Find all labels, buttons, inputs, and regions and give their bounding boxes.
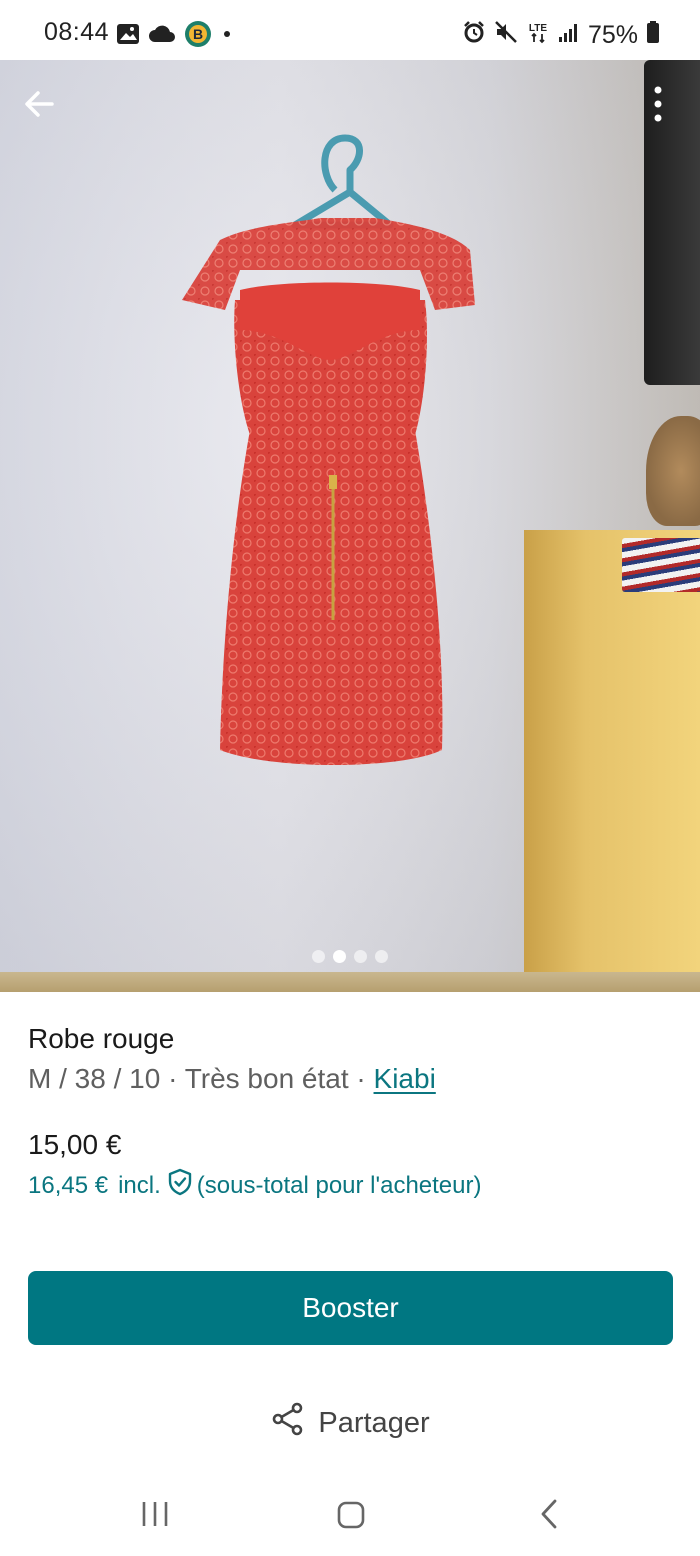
carousel-dot[interactable] bbox=[354, 950, 367, 963]
alarm-icon bbox=[462, 20, 486, 51]
item-price: 15,00 € bbox=[28, 1129, 122, 1160]
status-time: 08:44 bbox=[44, 18, 110, 46]
buyer-total-price: 16,45 € bbox=[28, 1172, 109, 1199]
notification-dot-icon bbox=[220, 27, 234, 46]
hanger bbox=[291, 134, 394, 229]
buyer-total-incl: incl. bbox=[118, 1172, 161, 1199]
battery-percent: 75% bbox=[587, 21, 638, 49]
back-button[interactable] bbox=[18, 82, 62, 126]
photo-books bbox=[622, 538, 700, 592]
carousel-dot[interactable] bbox=[312, 950, 325, 963]
buyer-total[interactable]: 16,45 € incl. (sous-total pour l'acheteu… bbox=[28, 1168, 672, 1204]
status-left-icons: B bbox=[116, 20, 234, 53]
carousel-dot[interactable] bbox=[375, 950, 388, 963]
photo-floor bbox=[0, 972, 700, 992]
item-info: Robe rouge M / 38 / 10 · Très bon état ·… bbox=[28, 1022, 672, 1204]
image-icon bbox=[116, 23, 140, 50]
meta-separator: · bbox=[160, 1063, 185, 1094]
carousel-dot-active[interactable] bbox=[333, 950, 346, 963]
back-icon[interactable] bbox=[535, 1498, 565, 1530]
item-size: M / 38 / 10 bbox=[28, 1063, 161, 1094]
photo-shelf bbox=[524, 530, 700, 992]
status-bar: 08:44 B LTE 75% bbox=[0, 0, 700, 60]
item-brand-link[interactable]: Kiabi bbox=[374, 1063, 436, 1094]
booster-button[interactable]: Booster bbox=[28, 1271, 673, 1345]
share-label: Partager bbox=[318, 1406, 430, 1439]
item-condition: Très bon état bbox=[184, 1063, 349, 1094]
item-title: Robe rouge bbox=[28, 1023, 175, 1054]
battery-icon bbox=[646, 20, 660, 51]
signal-icon bbox=[558, 21, 580, 50]
b-app-icon: B bbox=[184, 20, 212, 53]
item-photo[interactable] bbox=[0, 60, 700, 992]
status-right-icons: LTE 75% bbox=[462, 20, 660, 51]
item-meta: M / 38 / 10 · Très bon état · Kiabi bbox=[28, 1062, 672, 1096]
cloud-icon bbox=[148, 24, 176, 49]
meta-separator: · bbox=[348, 1063, 374, 1094]
recents-icon[interactable] bbox=[140, 1500, 170, 1528]
mute-icon bbox=[494, 20, 518, 51]
arrow-left-icon bbox=[25, 91, 54, 117]
dress-illustration bbox=[182, 134, 475, 765]
carousel-indicator bbox=[0, 950, 700, 963]
share-button[interactable]: Partager bbox=[0, 1396, 700, 1450]
lte-text: LTE bbox=[529, 23, 547, 34]
buyer-total-note: (sous-total pour l'acheteur) bbox=[196, 1172, 482, 1199]
more-options-button[interactable] bbox=[636, 82, 680, 126]
svg-text:B: B bbox=[193, 26, 203, 42]
home-icon[interactable] bbox=[336, 1500, 366, 1530]
share-icon bbox=[270, 1401, 306, 1445]
system-navbar bbox=[0, 1480, 700, 1556]
more-vertical-icon bbox=[654, 86, 662, 122]
shield-check-icon bbox=[167, 1168, 193, 1204]
lte-icon: LTE bbox=[526, 20, 550, 51]
